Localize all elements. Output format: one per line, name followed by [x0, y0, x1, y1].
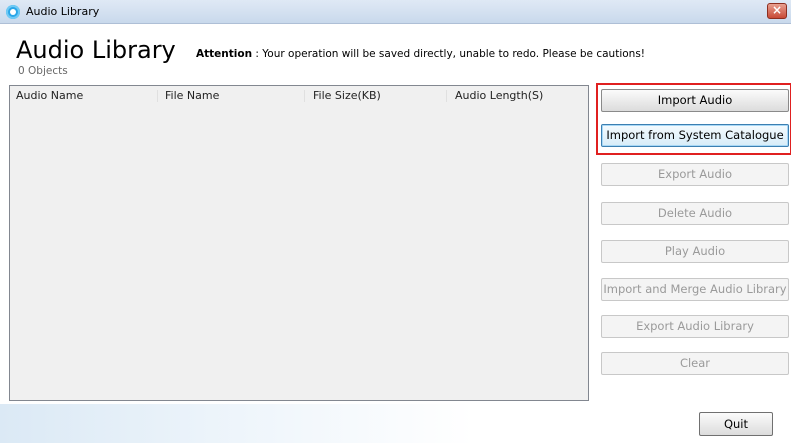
column-header-file-size[interactable]: File Size(KB) [313, 89, 381, 102]
column-header-audio-length[interactable]: Audio Length(S) [455, 89, 543, 102]
title-bar[interactable]: Audio Library × [0, 0, 791, 24]
window-title: Audio Library [26, 5, 100, 18]
audio-library-window: Audio Library × Audio Library Attention … [0, 0, 791, 443]
import-audio-button[interactable]: Import Audio [601, 89, 789, 112]
column-divider[interactable] [157, 90, 158, 102]
attention-label: Attention [196, 48, 253, 60]
column-divider[interactable] [304, 90, 305, 102]
app-logo-icon [6, 5, 20, 19]
audio-list-view[interactable]: Audio Name File Name File Size(KB) Audio… [9, 85, 589, 401]
close-icon[interactable]: × [767, 3, 787, 19]
attention-text: : Your operation will be saved directly,… [252, 48, 645, 60]
clear-button[interactable]: Clear [601, 352, 789, 375]
export-library-button[interactable]: Export Audio Library [601, 315, 789, 338]
delete-audio-button[interactable]: Delete Audio [601, 202, 789, 225]
object-count: 0 Objects [18, 65, 68, 77]
import-system-catalogue-button[interactable]: Import from System Catalogue [601, 124, 789, 147]
page-title: Audio Library [16, 36, 176, 64]
attention-notice: Attention : Your operation will be saved… [196, 48, 645, 60]
column-divider[interactable] [446, 90, 447, 102]
list-column-headers: Audio Name File Name File Size(KB) Audio… [10, 86, 588, 106]
import-merge-library-button[interactable]: Import and Merge Audio Library [601, 278, 789, 301]
column-header-file-name[interactable]: File Name [165, 89, 219, 102]
footer-bar [0, 404, 791, 443]
column-header-audio-name[interactable]: Audio Name [16, 89, 83, 102]
export-audio-button[interactable]: Export Audio [601, 163, 789, 186]
quit-button[interactable]: Quit [699, 412, 773, 436]
play-audio-button[interactable]: Play Audio [601, 240, 789, 263]
